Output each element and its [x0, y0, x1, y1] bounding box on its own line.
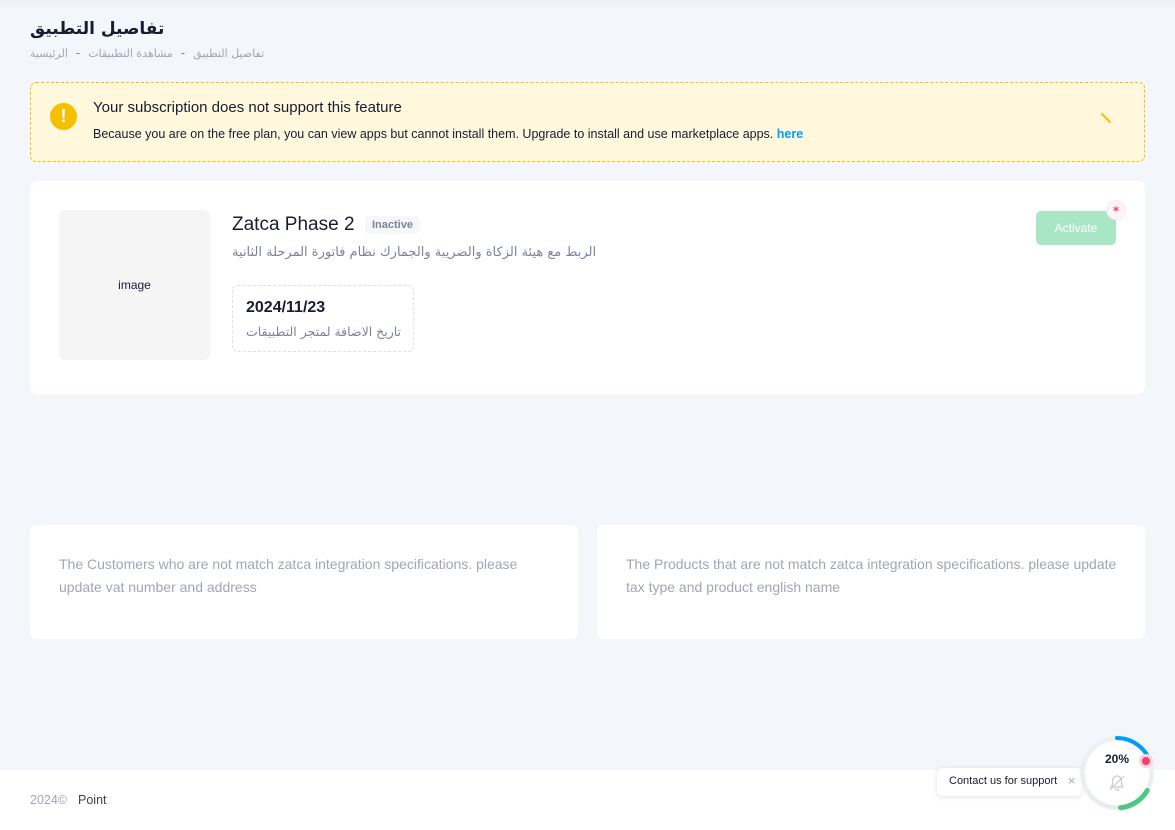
support-close-icon[interactable]: × [1067, 774, 1076, 787]
customers-info-text: The Customers who are not match zatca in… [59, 556, 518, 595]
support-progress-widget[interactable]: 20% [1079, 735, 1155, 811]
breadcrumb-item-apps[interactable]: مشاهدة التطبيقات [88, 47, 173, 60]
required-marker: * [1106, 200, 1126, 220]
products-info-text: The Products that are not match zatca in… [626, 556, 1117, 595]
app-image: image [59, 210, 210, 360]
customers-info-card: The Customers who are not match zatca in… [30, 525, 578, 639]
app-name: Zatca Phase 2 [232, 214, 355, 235]
app-image-alt: image [118, 278, 151, 292]
top-bar [0, 0, 1175, 10]
support-chip[interactable]: Contact us for support × [937, 768, 1082, 796]
page-title: تفاصيل التطبيق [30, 19, 165, 39]
added-date-label: تاريخ الاضافة لمتجر التطبيقات [246, 324, 402, 339]
footer-copyright: 2024© [30, 793, 68, 807]
status-badge: Inactive [365, 216, 420, 234]
exclamation-icon: ! [50, 103, 77, 130]
footer-brand-link[interactable]: Point [78, 793, 107, 807]
alert-title: Your subscription does not support this … [93, 99, 402, 116]
subscription-alert: ! Your subscription does not support thi… [30, 82, 1145, 162]
added-date-value: 2024/11/23 [246, 299, 326, 316]
breadcrumb-separator: - [180, 46, 186, 60]
bell-icon [1109, 775, 1125, 791]
activate-button[interactable]: Activate [1036, 211, 1116, 245]
breadcrumb-item-current: تفاصيل التطبيق [193, 46, 265, 60]
products-info-card: The Products that are not match zatca in… [597, 525, 1145, 639]
close-icon[interactable] [1098, 111, 1114, 127]
alert-message-text: Because you are on the free plan, you ca… [93, 127, 774, 141]
breadcrumb: الرئيسية - مشاهدة التطبيقات - تفاصيل الت… [30, 46, 264, 60]
app-details-card: image Zatca Phase 2 Inactive الربط مع هي… [30, 181, 1145, 394]
added-date-box: 2024/11/23 تاريخ الاضافة لمتجر التطبيقات [232, 285, 414, 352]
breadcrumb-item-home[interactable]: الرئيسية [30, 47, 68, 60]
breadcrumb-separator: - [75, 46, 81, 60]
app-description: الربط مع هيئة الزكاة والضريبة والجمارك ن… [232, 245, 597, 260]
support-label[interactable]: Contact us for support [949, 775, 1057, 787]
upgrade-link[interactable]: here [777, 127, 803, 141]
notification-dot [1139, 754, 1153, 768]
alert-message: Because you are on the free plan, you ca… [93, 127, 803, 141]
progress-inner [1085, 741, 1149, 805]
